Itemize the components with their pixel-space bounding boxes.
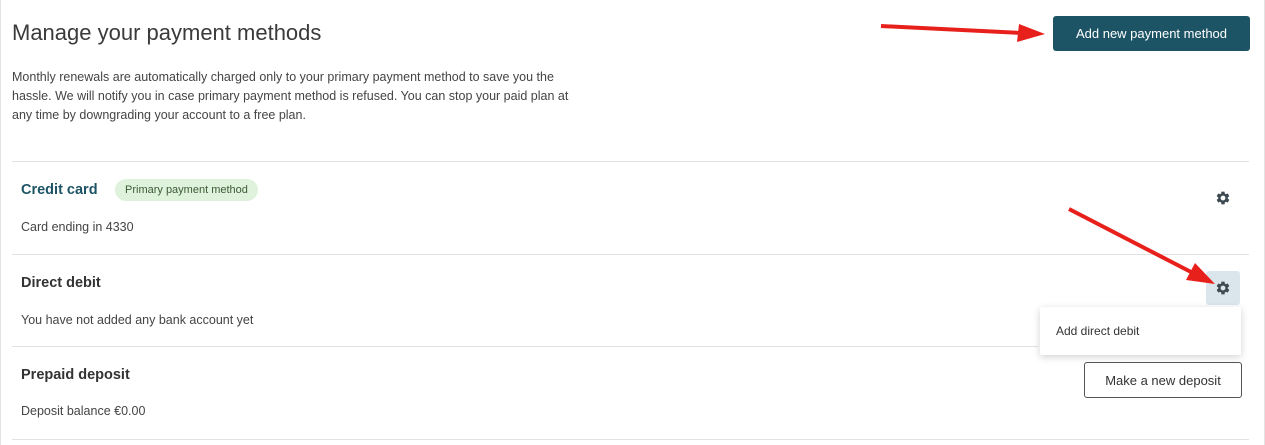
primary-payment-badge: Primary payment method — [115, 179, 258, 201]
add-direct-debit-option[interactable]: Add direct debit — [1056, 324, 1139, 338]
page-title: Manage your payment methods — [12, 20, 322, 45]
credit-card-title[interactable]: Credit card — [21, 182, 98, 198]
divider — [12, 161, 1249, 162]
divider — [12, 346, 1038, 347]
gear-icon — [1216, 281, 1230, 295]
credit-card-detail: Card ending in 4330 — [21, 220, 134, 234]
deposit-balance: Deposit balance €0.00 — [21, 404, 146, 418]
direct-debit-detail: You have not added any bank account yet — [21, 313, 254, 327]
gear-icon — [1216, 191, 1230, 205]
prepaid-deposit-title: Prepaid deposit — [21, 367, 130, 383]
annotation-arrows — [880, 24, 1215, 284]
divider — [12, 254, 1249, 255]
direct-debit-title: Direct debit — [21, 275, 101, 291]
direct-debit-dropdown: Add direct debit — [1040, 307, 1241, 355]
direct-debit-settings-button[interactable] — [1206, 271, 1240, 305]
annotation-arrow-gear — [1068, 207, 1215, 284]
divider — [12, 439, 1249, 440]
make-deposit-button[interactable]: Make a new deposit — [1084, 362, 1242, 398]
page-frame: Manage your payment methods Monthly rene… — [0, 0, 1265, 445]
intro-text: Monthly renewals are automatically charg… — [12, 70, 569, 122]
annotation-arrow-top — [880, 24, 1045, 42]
add-payment-method-button[interactable]: Add new payment method — [1053, 16, 1250, 51]
credit-card-settings-button[interactable] — [1206, 181, 1240, 215]
